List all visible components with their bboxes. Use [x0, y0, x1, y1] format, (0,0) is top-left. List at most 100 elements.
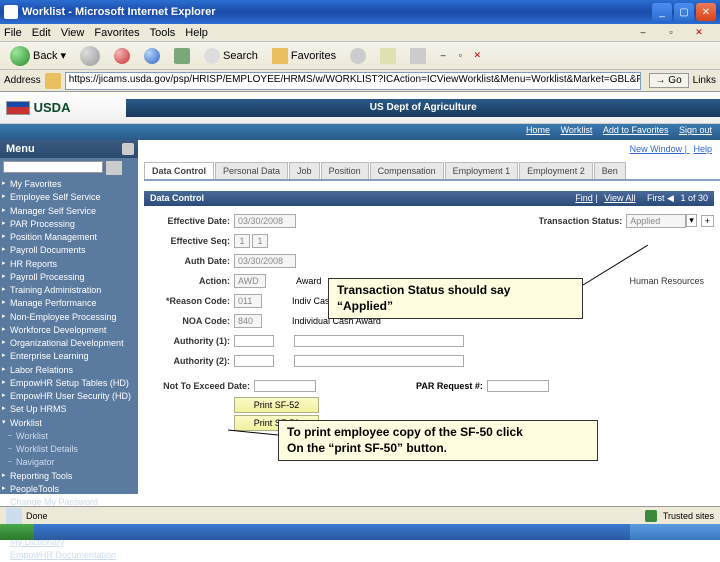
- link-new-window[interactable]: New Window: [630, 144, 683, 154]
- inp-auth-date[interactable]: 03/30/2008: [234, 254, 296, 268]
- nav-orgdev[interactable]: Organizational Development: [0, 337, 138, 350]
- inp-eff-seq1[interactable]: 1: [234, 234, 250, 248]
- nav-docs[interactable]: EmpowHR Documentation: [0, 549, 138, 562]
- home-button[interactable]: [170, 46, 194, 66]
- sidebar-search-input[interactable]: [3, 161, 103, 173]
- stop-button[interactable]: [110, 46, 134, 66]
- print-sf52-button[interactable]: Print SF-52: [234, 397, 319, 413]
- inp-auth1b[interactable]: [294, 335, 464, 347]
- address-input[interactable]: https://jicams.usda.gov/psp/HRISP/EMPLOY…: [65, 72, 641, 90]
- inp-auth2b[interactable]: [294, 355, 464, 367]
- shield-icon: [645, 510, 657, 522]
- menu-file[interactable]: File: [4, 27, 22, 39]
- nav-nonemp[interactable]: Non-Employee Processing: [0, 311, 138, 324]
- links-label[interactable]: Links: [693, 75, 716, 86]
- favorites-button[interactable]: Favorites: [268, 46, 340, 66]
- history-button[interactable]: [346, 46, 370, 66]
- tab-emp2[interactable]: Employment 2: [519, 162, 593, 179]
- add-row-icon[interactable]: +: [701, 215, 714, 227]
- nav-setuphrms[interactable]: Set Up HRMS: [0, 403, 138, 416]
- menu-tools[interactable]: Tools: [150, 27, 176, 39]
- nav-entlearn[interactable]: Enterprise Learning: [0, 350, 138, 363]
- callout-print-sf50: To print employee copy of the SF-50 clic…: [278, 420, 598, 461]
- link-view-all[interactable]: View All: [604, 193, 635, 203]
- lbl-parreq: PAR Request #:: [416, 381, 483, 391]
- aux2-restore-icon[interactable]: ▫: [453, 48, 467, 62]
- nav-first[interactable]: First: [647, 193, 665, 203]
- nav-payroll-proc[interactable]: Payroll Processing: [0, 271, 138, 284]
- nav-labor[interactable]: Labor Relations: [0, 364, 138, 377]
- nav-usersec[interactable]: EmpowHR User Security (HD): [0, 390, 138, 403]
- search-button[interactable]: Search: [200, 46, 262, 66]
- nav-peopletools[interactable]: PeopleTools: [0, 483, 138, 496]
- inp-eff-date[interactable]: 03/30/2008: [234, 214, 296, 228]
- nav-par[interactable]: PAR Processing: [0, 218, 138, 231]
- nav-sub-worklist[interactable]: Worklist: [0, 430, 138, 443]
- menu-edit[interactable]: Edit: [32, 27, 51, 39]
- sidebar-search-go[interactable]: [106, 161, 122, 175]
- nav-signout[interactable]: Sign out: [679, 125, 712, 135]
- aux-restore-icon[interactable]: ▫: [664, 25, 678, 39]
- tab-personal-data[interactable]: Personal Data: [215, 162, 288, 179]
- refresh-button[interactable]: [140, 46, 164, 66]
- menu-view[interactable]: View: [61, 27, 85, 39]
- nav-worklist[interactable]: Worklist: [561, 125, 593, 135]
- mail-button[interactable]: [376, 46, 400, 66]
- menu-help[interactable]: Help: [185, 27, 208, 39]
- maximize-button[interactable]: ▢: [674, 3, 694, 21]
- minimize-button[interactable]: _: [652, 3, 672, 21]
- inp-trans-status[interactable]: Applied: [626, 214, 686, 228]
- inp-action-code[interactable]: AWD: [234, 274, 266, 288]
- nav-mss[interactable]: Manager Self Service: [0, 205, 138, 218]
- tab-ben[interactable]: Ben: [594, 162, 626, 179]
- link-help[interactable]: Help: [693, 144, 712, 154]
- lbl-noa: NOA Code:: [144, 316, 234, 326]
- nav-hr-reports[interactable]: HR Reports: [0, 258, 138, 271]
- nav-payroll-docs[interactable]: Payroll Documents: [0, 244, 138, 257]
- nav-perf[interactable]: Manage Performance: [0, 297, 138, 310]
- ie-statusbar: Done Trusted sites: [0, 506, 720, 524]
- tab-data-control[interactable]: Data Control: [144, 162, 214, 179]
- nav-setuptables[interactable]: EmpowHR Setup Tables (HD): [0, 377, 138, 390]
- nav-sub-details[interactable]: Worklist Details: [0, 443, 138, 456]
- tab-emp1[interactable]: Employment 1: [445, 162, 519, 179]
- inp-auth2a[interactable]: [234, 355, 274, 367]
- sidebar-collapse-icon[interactable]: [122, 143, 134, 155]
- close-button[interactable]: ✕: [696, 3, 716, 21]
- nav-worklist-folder[interactable]: Worklist: [0, 417, 138, 430]
- aux-close-icon[interactable]: ✕: [692, 25, 706, 39]
- arrow-print-sf50: [226, 425, 281, 445]
- nav-training[interactable]: Training Administration: [0, 284, 138, 297]
- back-button[interactable]: Back ▾: [6, 44, 70, 68]
- nav-ess[interactable]: Employee Self Service: [0, 191, 138, 204]
- tab-job[interactable]: Job: [289, 162, 320, 179]
- tab-compensation[interactable]: Compensation: [370, 162, 444, 179]
- link-find[interactable]: Find: [575, 193, 593, 203]
- inp-nte[interactable]: [254, 380, 316, 392]
- nav-home[interactable]: Home: [526, 125, 550, 135]
- forward-button[interactable]: [76, 44, 104, 68]
- inp-reason-code[interactable]: 011: [234, 294, 262, 308]
- tab-position[interactable]: Position: [321, 162, 369, 179]
- aux2-close-icon[interactable]: ✕: [470, 49, 484, 63]
- aux2-min-icon[interactable]: –: [436, 48, 450, 62]
- nav-my-favorites[interactable]: My Favorites: [0, 178, 138, 191]
- system-tray[interactable]: [630, 524, 720, 540]
- menu-favorites[interactable]: Favorites: [94, 27, 139, 39]
- inp-noa-code[interactable]: 840: [234, 314, 262, 328]
- nav-add-favorites[interactable]: Add to Favorites: [603, 125, 669, 135]
- go-button[interactable]: → Go: [649, 73, 689, 88]
- start-button[interactable]: [0, 524, 34, 540]
- inp-parreq[interactable]: [487, 380, 549, 392]
- nav-workforce[interactable]: Workforce Development: [0, 324, 138, 337]
- tab-strip: Data Control Personal Data Job Position …: [144, 162, 720, 181]
- sidebar-nav: My Favorites Employee Self Service Manag…: [0, 178, 138, 562]
- dropdown-icon[interactable]: ▾: [686, 214, 697, 227]
- nav-sub-navigator[interactable]: Navigator: [0, 456, 138, 469]
- inp-eff-seq2[interactable]: 1: [252, 234, 268, 248]
- nav-position[interactable]: Position Management: [0, 231, 138, 244]
- inp-auth1a[interactable]: [234, 335, 274, 347]
- nav-reporting[interactable]: Reporting Tools: [0, 470, 138, 483]
- aux-min-icon[interactable]: –: [636, 25, 650, 39]
- print-button[interactable]: [406, 46, 430, 66]
